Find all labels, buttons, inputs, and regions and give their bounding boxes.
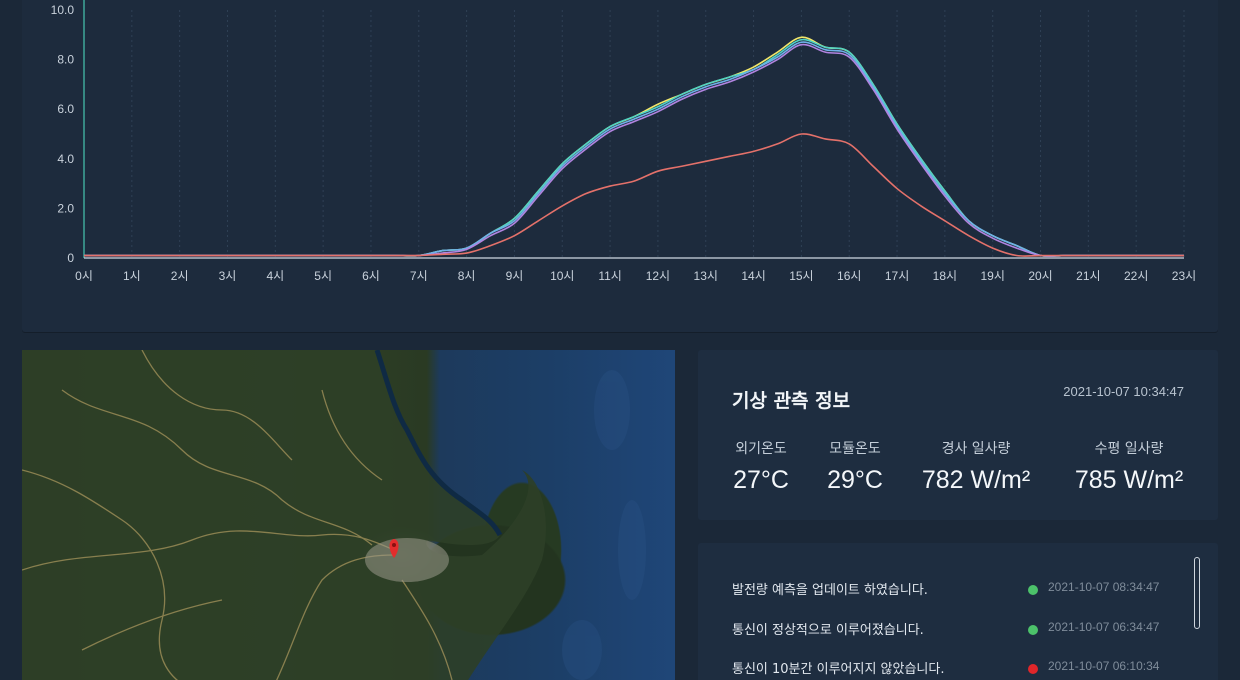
metric-label: 경사 일사량	[941, 441, 1011, 457]
series-line-5	[84, 133, 1184, 257]
x-tick-label: 6시	[362, 269, 380, 283]
event-log-panel[interactable]: 발전량 예측을 업데이트 하였습니다. 2021-10-07 08:34:47 …	[698, 543, 1218, 680]
x-tick-label: 9시	[506, 269, 524, 283]
x-tick-label: 5시	[314, 269, 332, 283]
series-line-3	[84, 41, 1184, 258]
y-tick-label: 8.0	[57, 53, 74, 67]
x-tick-label: 0시	[75, 269, 93, 283]
x-tick-label: 21시	[1076, 269, 1100, 283]
x-tick-label: 14시	[741, 269, 765, 283]
satellite-map[interactable]	[22, 350, 675, 680]
metric-tilt-irradiance: 경사 일사량 782 W/m²	[916, 438, 1036, 495]
metric-value: 27°C	[733, 466, 789, 494]
x-tick-label: 22시	[1124, 269, 1148, 283]
x-tick-label: 17시	[885, 269, 909, 283]
log-item: 발전량 예측을 업데이트 하였습니다. 2021-10-07 08:34:47	[732, 579, 1182, 599]
log-time: 2021-10-07 06:34:47	[1048, 620, 1160, 634]
metric-value: 29°C	[827, 466, 883, 494]
x-tick-label: 13시	[694, 269, 718, 283]
x-tick-label: 10시	[550, 269, 574, 283]
series-line-1	[84, 36, 1184, 258]
y-tick-label: 2.0	[57, 201, 74, 215]
x-tick-label: 4시	[266, 269, 284, 283]
x-tick-label: 2시	[171, 269, 189, 283]
generation-chart-panel: 0 2.0 4.0 6.0 8.0 10.0 0시 1시 2시 3시 4시 5시 6시 7시 8시 9시 10시…	[22, 0, 1218, 332]
log-time: 2021-10-07 06:10:34	[1048, 659, 1160, 673]
status-dot-icon	[1028, 585, 1038, 595]
ocean-texture	[562, 370, 646, 680]
y-tick-label: 4.0	[57, 152, 74, 166]
y-tick-label: 10.0	[51, 3, 75, 17]
x-tick-label: 12시	[646, 269, 670, 283]
x-tick-label: 18시	[933, 269, 957, 283]
log-message: 통신이 10분간 이루어지지 않았습니다.	[732, 662, 945, 677]
x-tick-label: 16시	[837, 269, 861, 283]
x-tick-label: 19시	[981, 269, 1005, 283]
x-tick-label: 7시	[410, 269, 428, 283]
log-item: 통신이 정상적으로 이루어졌습니다. 2021-10-07 06:34:47	[732, 619, 1182, 639]
x-tick-label: 20시	[1028, 269, 1052, 283]
metric-label: 모듈온도	[829, 441, 881, 457]
metric-value: 782 W/m²	[921, 466, 1031, 494]
generation-line-chart: 0 2.0 4.0 6.0 8.0 10.0 0시 1시 2시 3시 4시 5시 6시 7시 8시 9시 10시…	[51, 0, 1196, 283]
metric-horizontal-irradiance: 수평 일사량 785 W/m²	[1068, 438, 1190, 495]
series-line-4	[84, 43, 1184, 257]
status-dot-icon	[1028, 664, 1038, 674]
log-item: 통신이 10분간 이루어지지 않았습니다. 2021-10-07 06:10:3…	[732, 658, 1182, 678]
map-terrain	[22, 350, 646, 680]
metric-value: 785 W/m²	[1074, 466, 1184, 494]
weather-observation-panel: 기상 관측 정보 2021-10-07 10:34:47 외기온도 27°C 모…	[698, 350, 1218, 520]
log-time: 2021-10-07 08:34:47	[1048, 580, 1160, 594]
status-dot-icon	[1028, 625, 1038, 635]
metric-label: 수평 일사량	[1094, 441, 1164, 457]
y-tick-label: 0	[67, 251, 74, 265]
series-line-2	[84, 38, 1184, 258]
x-tick-label: 23시	[1172, 269, 1196, 283]
log-scrollbar[interactable]	[1194, 557, 1200, 629]
weather-timestamp: 2021-10-07 10:34:47	[1063, 384, 1184, 399]
metric-module-temp: 모듈온도 29°C	[822, 438, 888, 495]
x-tick-label: 11시	[598, 269, 622, 283]
weather-title: 기상 관측 정보	[732, 390, 851, 412]
log-message: 통신이 정상적으로 이루어졌습니다.	[732, 623, 924, 638]
x-tick-label: 1시	[123, 269, 141, 283]
x-tick-label: 8시	[458, 269, 476, 283]
landmass	[22, 350, 546, 680]
metric-label: 외기온도	[735, 441, 787, 457]
x-tick-label: 15시	[789, 269, 813, 283]
metric-outdoor-temp: 외기온도 27°C	[730, 438, 792, 495]
urban-area	[365, 538, 449, 582]
log-message: 발전량 예측을 업데이트 하였습니다.	[732, 583, 928, 598]
x-tick-label: 3시	[219, 269, 237, 283]
y-tick-label: 6.0	[57, 102, 74, 116]
